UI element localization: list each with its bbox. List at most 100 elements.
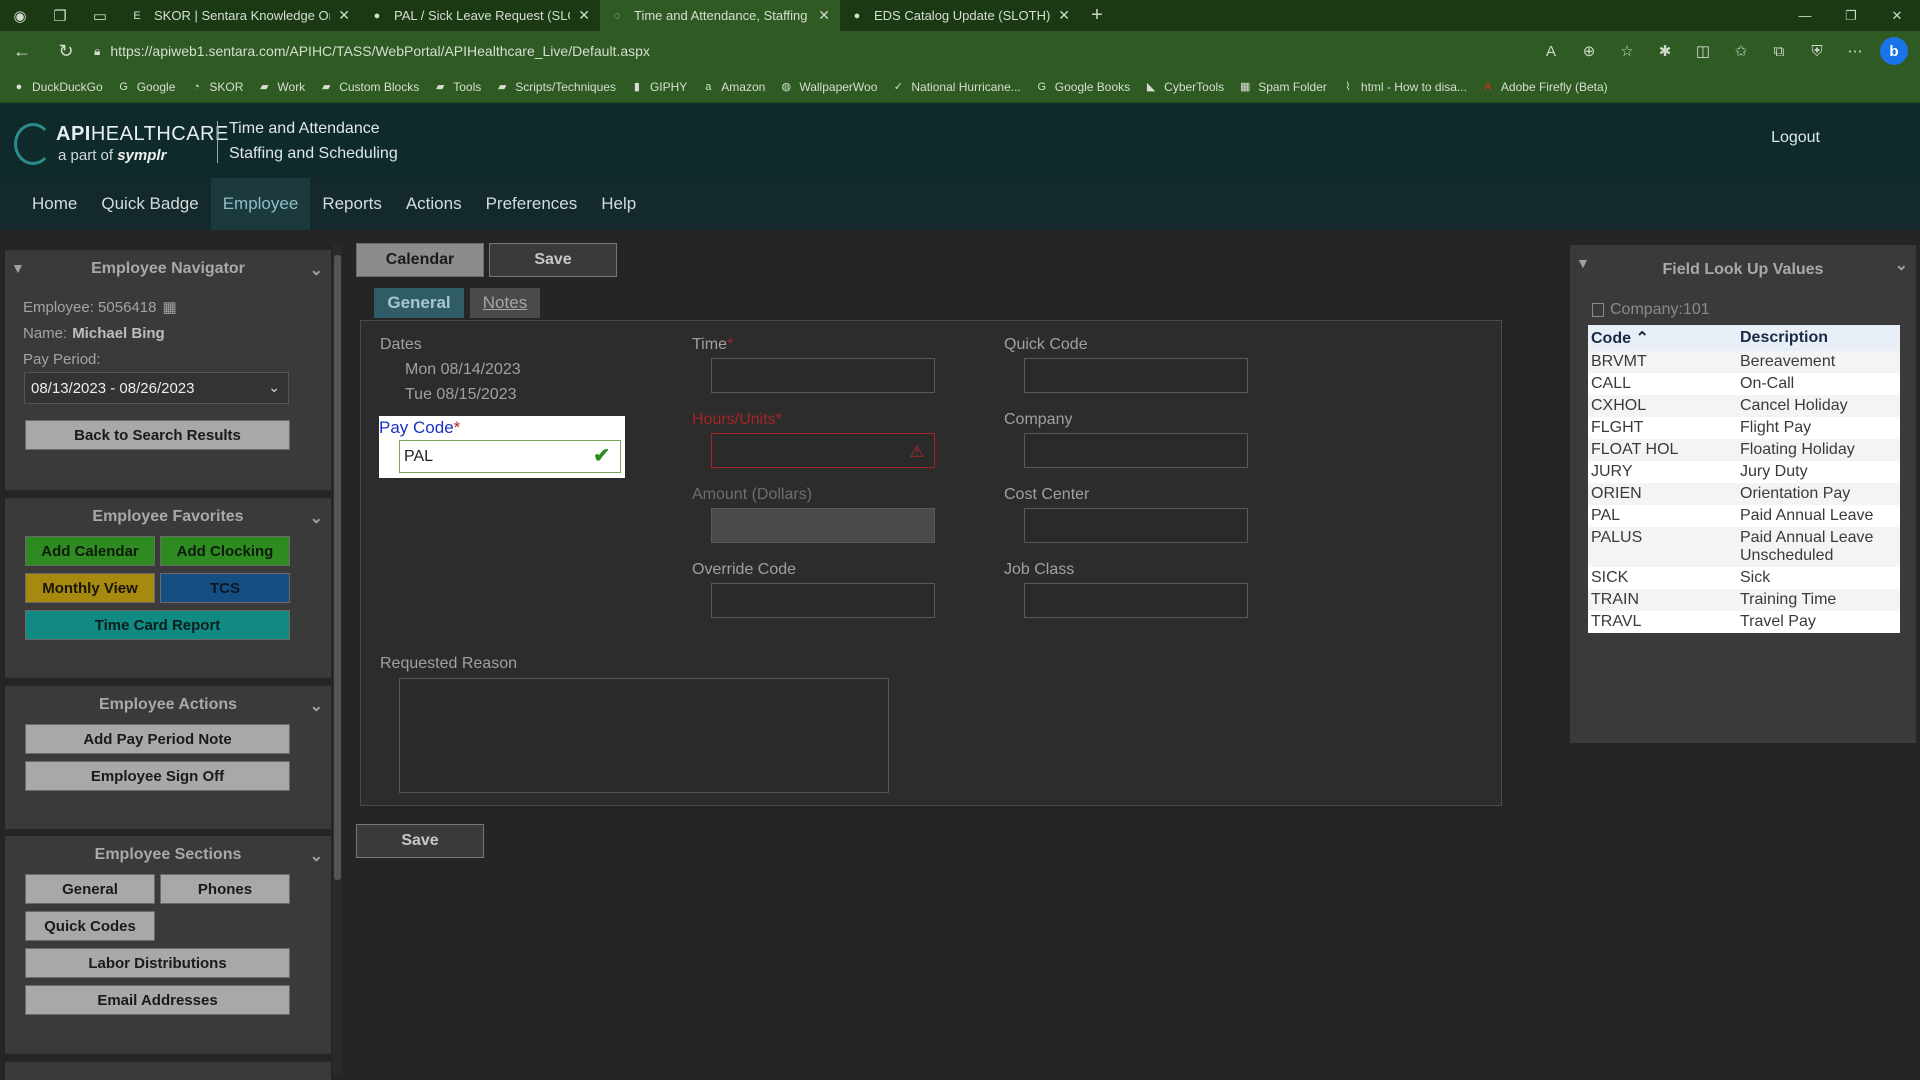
chevron-down-icon[interactable]: ⌄	[310, 846, 323, 866]
chevron-down-icon[interactable]: ⌄	[310, 696, 323, 716]
calendar-button[interactable]: Calendar	[356, 243, 484, 277]
restore-icon[interactable]: ❐	[1828, 0, 1874, 31]
bookmark-spam-folder[interactable]: ▦ Spam Folder	[1238, 80, 1327, 94]
menu-employee[interactable]: Employee	[210, 178, 311, 230]
url-field[interactable]: 🔒︎ https://apiweb1.sentara.com/APIHC/TAS…	[94, 43, 1374, 59]
company-input[interactable]	[1024, 433, 1248, 468]
tab-notes[interactable]: Notes	[470, 288, 540, 318]
override-code-input[interactable]	[711, 583, 935, 618]
labor-distributions-button[interactable]: Labor Distributions	[25, 948, 290, 978]
bookmark-amazon[interactable]: a Amazon	[701, 80, 765, 94]
time-input[interactable]	[711, 358, 935, 393]
back-arrow-icon[interactable]: ←	[0, 31, 44, 71]
lookup-row[interactable]: PALUS Paid Annual Leave Unscheduled	[1588, 527, 1900, 567]
favorite-star-icon[interactable]: ☆	[1608, 42, 1646, 60]
time-card-report-button[interactable]: Time Card Report	[25, 610, 290, 640]
tcs-button[interactable]: TCS	[160, 573, 290, 603]
close-tab-icon[interactable]: ✕	[338, 7, 350, 24]
quick-codes-section-button[interactable]: Quick Codes	[25, 911, 155, 941]
email-addresses-button[interactable]: Email Addresses	[25, 985, 290, 1015]
chevron-down-icon[interactable]: ⌄	[1895, 255, 1908, 275]
left-scrollbar-thumb[interactable]	[334, 255, 341, 880]
lookup-row[interactable]: JURY Jury Duty	[1588, 461, 1900, 483]
tab-actions-icon[interactable]: ▭	[80, 0, 120, 31]
save-button-bottom[interactable]: Save	[356, 824, 484, 858]
browser-tab-active[interactable]: ◌ Time and Attendance, Staffing ar ✕	[600, 0, 840, 31]
lookup-row[interactable]: TRAIN Training Time	[1588, 589, 1900, 611]
browser-profile-icon[interactable]: ◉	[0, 0, 40, 31]
workspaces-icon[interactable]: ❐	[40, 0, 80, 31]
requested-reason-textarea[interactable]	[399, 678, 889, 793]
browser-tab[interactable]: ● PAL / Sick Leave Request (SLOTH ✕	[360, 0, 600, 31]
pay-period-select[interactable]: 08/13/2023 - 08/26/2023 ⌄	[24, 372, 289, 404]
bookmark-duckduckgo[interactable]: ● DuckDuckGo	[12, 80, 103, 94]
phones-section-button[interactable]: Phones	[160, 874, 290, 904]
bookmark-giphy[interactable]: ▮ GIPHY	[630, 80, 687, 94]
collapse-arrow-icon[interactable]: ▼	[11, 260, 25, 276]
bookmark-folder-tools[interactable]: ▰ Tools	[433, 80, 481, 94]
bookmark-national-hurricane[interactable]: ✓ National Hurricane...	[891, 80, 1021, 94]
favorites-icon[interactable]: ✩	[1722, 42, 1760, 60]
menu-actions[interactable]: Actions	[394, 178, 474, 230]
calculator-icon[interactable]: ▦	[162, 298, 176, 316]
browser-tab[interactable]: ● EDS Catalog Update (SLOTH) | SL ✕	[840, 0, 1080, 31]
bookmark-google[interactable]: G Google	[117, 80, 175, 94]
bing-icon[interactable]: b	[1880, 37, 1908, 65]
bookmark-html-how-to[interactable]: ⌇ html - How to disa...	[1341, 80, 1467, 94]
extensions-icon[interactable]: ✱	[1646, 42, 1684, 60]
lookup-row[interactable]: CALL On-Call	[1588, 373, 1900, 395]
cost-center-input[interactable]	[1024, 508, 1248, 543]
add-pay-period-note-button[interactable]: Add Pay Period Note	[25, 724, 290, 754]
split-screen-icon[interactable]: ◫	[1684, 42, 1722, 60]
lookup-row[interactable]: CXHOL Cancel Holiday	[1588, 395, 1900, 417]
bookmark-cybertools[interactable]: ◣ CyberTools	[1144, 80, 1224, 94]
bookmark-folder-work[interactable]: ▰ Work	[257, 80, 305, 94]
back-to-search-results-button[interactable]: Back to Search Results	[25, 420, 290, 450]
refresh-icon[interactable]: ↻	[44, 31, 88, 71]
bookmark-folder-scripts[interactable]: ▰ Scripts/Techniques	[495, 80, 616, 94]
collections-icon[interactable]: ⧉	[1760, 43, 1798, 60]
logout-link[interactable]: Logout	[1771, 129, 1820, 147]
lookup-row[interactable]: SICK Sick	[1588, 567, 1900, 589]
read-aloud-icon[interactable]: A	[1532, 43, 1570, 60]
menu-quick-badge[interactable]: Quick Badge	[89, 178, 210, 230]
hours-units-input[interactable]: ⚠	[711, 433, 935, 468]
bookmark-folder-custom-blocks[interactable]: ▰ Custom Blocks	[319, 80, 419, 94]
close-tab-icon[interactable]: ✕	[818, 7, 830, 24]
monthly-view-button[interactable]: Monthly View	[25, 573, 155, 603]
pay-code-input[interactable]: PAL ✔	[399, 440, 621, 473]
lookup-row[interactable]: TRAVL Travel Pay	[1588, 611, 1900, 633]
menu-help[interactable]: Help	[589, 178, 648, 230]
bookmark-skor[interactable]: ◔ SKOR	[189, 80, 243, 94]
menu-preferences[interactable]: Preferences	[474, 178, 590, 230]
browser-tab[interactable]: E SKOR | Sentara Knowledge Onlin ✕	[120, 0, 360, 31]
quick-code-input[interactable]	[1024, 358, 1248, 393]
shield-icon[interactable]: ⛨	[1798, 43, 1836, 60]
lookup-row[interactable]: FLGHT Flight Pay	[1588, 417, 1900, 439]
minimize-icon[interactable]: —	[1782, 0, 1828, 31]
add-calendar-button[interactable]: Add Calendar	[25, 536, 155, 566]
close-tab-icon[interactable]: ✕	[1058, 7, 1070, 24]
add-clocking-button[interactable]: Add Clocking	[160, 536, 290, 566]
lookup-row[interactable]: ORIEN Orientation Pay	[1588, 483, 1900, 505]
save-button-top[interactable]: Save	[489, 243, 617, 277]
chevron-down-icon[interactable]: ⌄	[310, 508, 323, 528]
bookmark-google-books[interactable]: G Google Books	[1035, 80, 1130, 94]
lookup-row[interactable]: FLOAT HOL Floating Holiday	[1588, 439, 1900, 461]
lookup-row[interactable]: PAL Paid Annual Leave	[1588, 505, 1900, 527]
tab-general[interactable]: General	[374, 288, 464, 318]
close-window-icon[interactable]: ✕	[1874, 0, 1920, 31]
lookup-row[interactable]: BRVMT Bereavement	[1588, 351, 1900, 373]
general-section-button[interactable]: General	[25, 874, 155, 904]
more-icon[interactable]: ⋯	[1836, 42, 1874, 60]
job-class-input[interactable]	[1024, 583, 1248, 618]
code-column-header[interactable]: Code ⌃	[1588, 328, 1740, 348]
employee-sign-off-button[interactable]: Employee Sign Off	[25, 761, 290, 791]
close-tab-icon[interactable]: ✕	[578, 7, 590, 24]
menu-reports[interactable]: Reports	[310, 178, 394, 230]
description-column-header[interactable]: Description	[1740, 329, 1900, 347]
menu-home[interactable]: Home	[20, 178, 89, 230]
bookmark-wallpaperwoo[interactable]: ◍ WallpaperWoo	[779, 80, 878, 94]
new-tab-icon[interactable]: +	[1080, 0, 1114, 31]
chevron-down-icon[interactable]: ⌄	[310, 260, 323, 280]
